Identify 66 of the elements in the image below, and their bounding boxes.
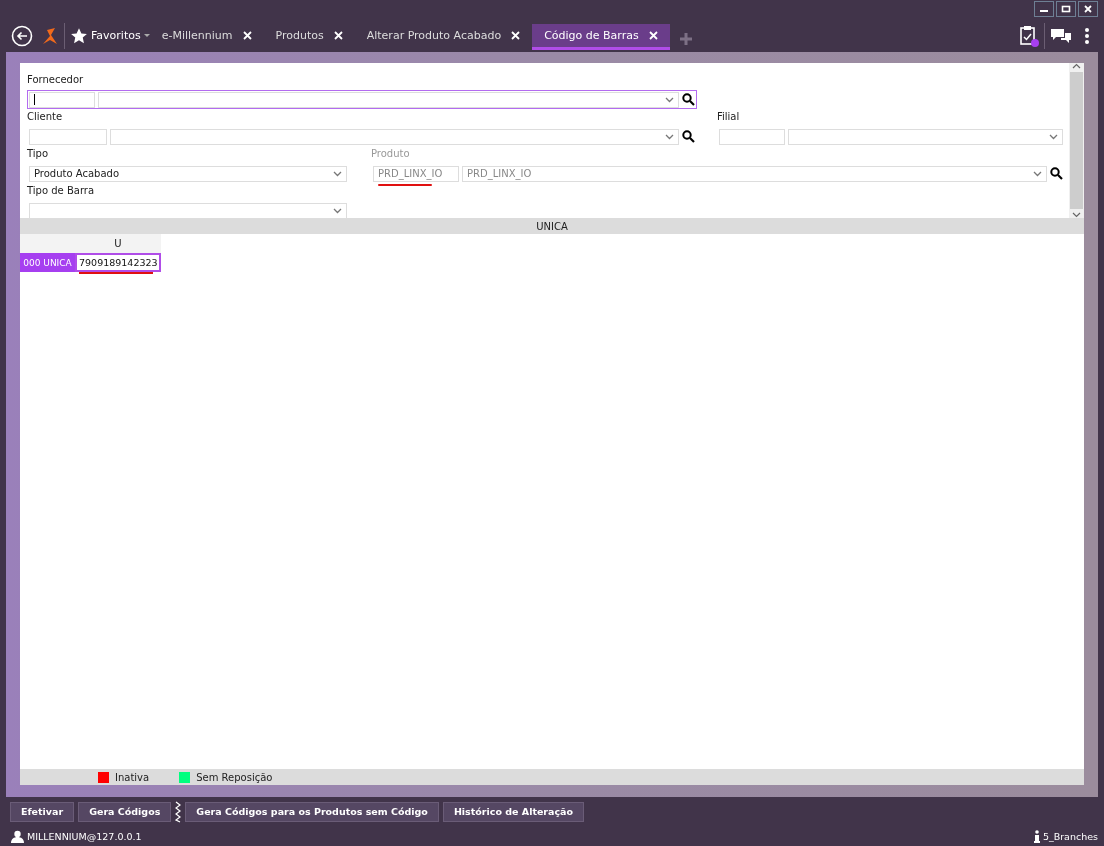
- dropdown-field[interactable]: [788, 128, 1063, 145]
- group-header: UNICA: [20, 218, 1084, 234]
- user-icon: [11, 829, 24, 843]
- branch-label: 5_Branches: [1042, 830, 1098, 842]
- tab[interactable]: Produtos: [263, 23, 355, 50]
- back-icon[interactable]: [11, 24, 33, 47]
- minimize-button[interactable]: [1034, 1, 1054, 17]
- close-icon: [1083, 5, 1093, 13]
- user-label: MILLENNIUM@127.0.0.1: [27, 830, 142, 842]
- favorites-menu[interactable]: Favoritos: [91, 29, 150, 42]
- chevron-down-icon: [665, 96, 674, 103]
- action-button[interactable]: Histórico de Alteração: [442, 801, 585, 822]
- legend-label: Inativa: [115, 771, 150, 783]
- lookup-field[interactable]: [27, 127, 697, 146]
- dropdown-field[interactable]: [110, 128, 679, 145]
- close-icon[interactable]: [333, 30, 343, 40]
- maximize-icon: [1061, 5, 1071, 13]
- maximize-button[interactable]: [1056, 1, 1076, 17]
- lookup-field[interactable]: [27, 90, 697, 109]
- scroll-up-icon[interactable]: [1072, 63, 1081, 70]
- field-label: Fornecedor: [27, 73, 85, 87]
- clipboard-icon[interactable]: [1019, 24, 1039, 47]
- field-label: Filial: [717, 110, 741, 124]
- grip-icon[interactable]: [175, 800, 182, 823]
- legend-label: Sem Reposição: [196, 771, 273, 783]
- field-label: Tipo: [27, 147, 50, 161]
- dropdown-field[interactable]: [98, 91, 679, 108]
- table-cell[interactable]: 7909189142323: [75, 253, 161, 272]
- tab[interactable]: Alterar Produto Acabado: [354, 23, 533, 50]
- close-button[interactable]: [1078, 1, 1098, 17]
- chevron-down-icon: [1033, 170, 1042, 177]
- chat-icon[interactable]: [1050, 27, 1072, 44]
- search-icon[interactable]: [682, 130, 695, 143]
- field-label: Tipo de Barra: [27, 184, 96, 198]
- info-icon: [1033, 829, 1040, 843]
- logo-icon[interactable]: [41, 25, 59, 46]
- scrollbar[interactable]: [1069, 63, 1084, 218]
- chevron-down-icon: [333, 207, 342, 214]
- tab[interactable]: e-Millennium: [149, 23, 264, 50]
- code-field[interactable]: [719, 128, 785, 145]
- chevron-down-icon: [665, 133, 674, 140]
- dropdown-field[interactable]: Produto Acabado: [29, 165, 347, 182]
- close-icon[interactable]: [511, 30, 521, 40]
- code-field[interactable]: [29, 91, 95, 108]
- caret-icon: [143, 33, 150, 38]
- action-button[interactable]: Gera Códigos para os Produtos sem Código: [185, 801, 439, 822]
- scroll-down-icon[interactable]: [1072, 211, 1081, 218]
- column-header: U: [75, 234, 161, 253]
- close-icon[interactable]: [242, 30, 252, 40]
- action-button[interactable]: Gera Códigos: [78, 801, 172, 822]
- tab[interactable]: Código de Barras: [532, 23, 670, 50]
- more-icon[interactable]: [1084, 26, 1090, 45]
- search-icon[interactable]: [682, 93, 695, 106]
- header-corner: [20, 234, 75, 253]
- dropdown-field[interactable]: [29, 202, 347, 219]
- field-label: Cliente: [27, 110, 64, 124]
- field-label: Produto: [371, 147, 411, 161]
- add-tab-icon[interactable]: [679, 32, 692, 45]
- star-icon[interactable]: [70, 26, 88, 45]
- code-field[interactable]: [29, 128, 107, 145]
- search-icon[interactable]: [1050, 167, 1063, 180]
- chevron-down-icon: [333, 170, 342, 177]
- chevron-down-icon: [1049, 133, 1058, 140]
- row-header: 000 UNICA: [20, 253, 75, 272]
- close-icon[interactable]: [648, 30, 658, 40]
- action-button[interactable]: Efetivar: [10, 801, 75, 822]
